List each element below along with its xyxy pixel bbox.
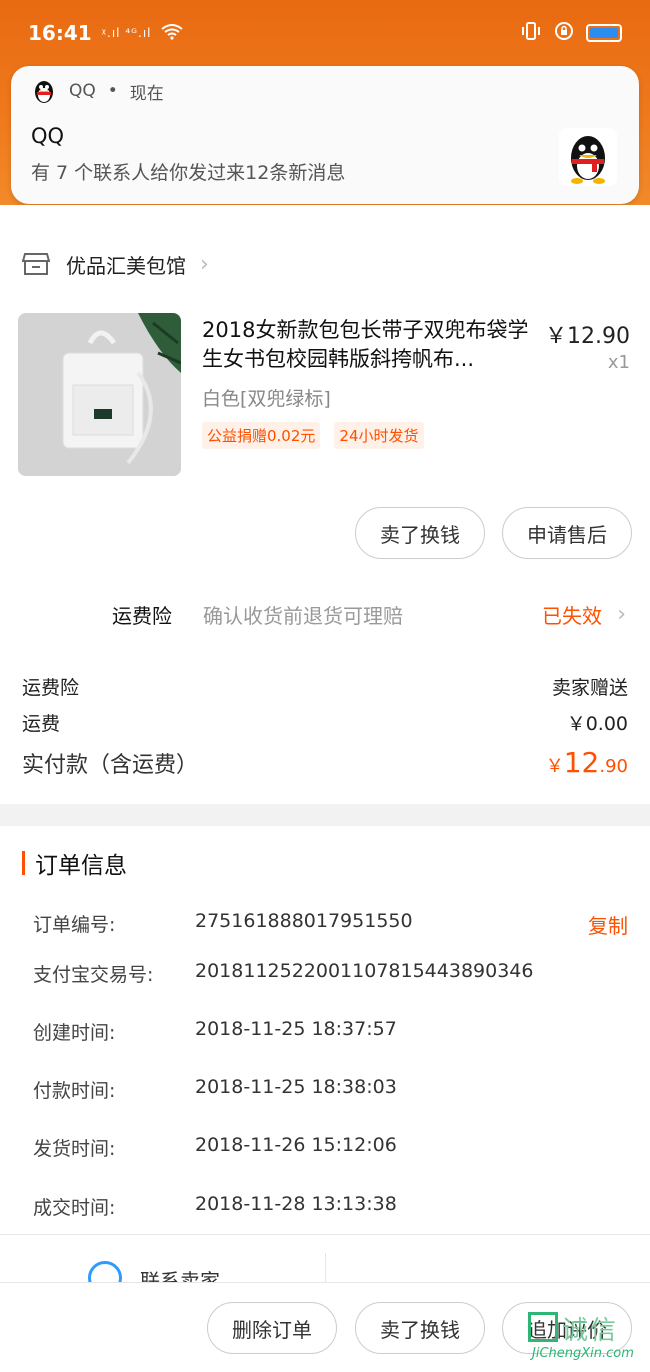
info-value: 2018112522001107815443890346	[195, 960, 534, 982]
watermark-sub: JiChengXin.com	[532, 1346, 634, 1361]
product-title[interactable]: 2018女新款包包长带子双兜布袋学生女书包校园韩版斜挎帆布...	[202, 316, 532, 374]
fee-shipping-label: 运费	[22, 713, 61, 735]
insurance-label: 运费险	[112, 603, 172, 628]
order-info-header: 订单信息	[22, 846, 127, 880]
total-integer: 12	[563, 746, 600, 779]
chevron-right-icon: ›	[200, 251, 209, 277]
fee-insurance-label: 运费险	[22, 677, 80, 699]
product-tags: 公益捐赠0.02元 24小时发货	[202, 422, 424, 449]
product-sku: 白色[双兜绿标]	[202, 388, 331, 410]
fee-insurance-value: 卖家赠送	[551, 677, 628, 699]
notification-app-name: QQ	[69, 81, 96, 101]
wifi-icon	[161, 23, 184, 43]
insurance-status: 已失效	[542, 603, 602, 628]
section-divider	[0, 804, 650, 826]
info-value: 2018-11-26 15:12:06	[195, 1134, 397, 1156]
qq-avatar-icon	[559, 128, 617, 186]
chevron-right-icon: ›	[617, 601, 626, 627]
total-label: 实付款（含运费）	[22, 753, 199, 778]
status-time: 16:41	[28, 21, 92, 45]
accent-bar	[22, 851, 25, 875]
product-price: ￥12.90	[545, 324, 630, 349]
fee-shipping-value: ￥0.00	[566, 713, 628, 735]
status-bar: 16:41 ᵡ.ıl ⁴ᴳ.ıl	[0, 0, 650, 66]
info-key: 发货时间:	[33, 1138, 116, 1160]
watermark-logo-icon	[528, 1312, 558, 1342]
delete-order-button[interactable]: 删除订单	[207, 1302, 337, 1354]
fee-insurance-row: 运费险 卖家赠送	[22, 673, 628, 700]
product-quantity: x1	[607, 352, 630, 373]
shop-icon	[22, 253, 50, 275]
order-info-title: 订单信息	[35, 853, 127, 879]
signal-icon: ᵡ.ıl ⁴ᴳ.ıl	[101, 26, 152, 40]
total-value: ￥12.90	[546, 746, 628, 779]
info-key: 创建时间:	[33, 1022, 116, 1044]
notification-body: 有 7 个联系人给你发过来12条新消息	[31, 162, 346, 184]
fee-shipping-row: 运费 ￥0.00	[22, 709, 628, 736]
separator-dot: •	[107, 81, 118, 101]
shipping-insurance-row[interactable]: 运费险 确认收货前退货可理赔 已失效 ›	[0, 586, 650, 642]
vibrate-icon	[520, 21, 542, 45]
tag-24h-shipping: 24小时发货	[334, 422, 424, 449]
qq-notification[interactable]: QQ • 现在 QQ 有 7 个联系人给你发过来12条新消息	[11, 66, 639, 204]
fee-total-row: 实付款（含运费） ￥12.90	[22, 746, 628, 779]
notification-header: QQ • 现在	[31, 78, 164, 104]
store-name: 优品汇美包馆	[66, 253, 186, 278]
total-currency: ￥	[545, 756, 564, 777]
notification-time: 现在	[129, 83, 164, 104]
product-image[interactable]	[18, 313, 181, 476]
total-decimal: .90	[599, 756, 628, 777]
tag-donation: 公益捐赠0.02元	[202, 422, 321, 449]
battery-icon	[586, 24, 622, 42]
info-key: 付款时间:	[33, 1080, 116, 1102]
qq-logo-icon	[35, 81, 53, 103]
copy-button[interactable]: 复制	[588, 910, 628, 939]
info-key: 订单编号:	[33, 914, 116, 936]
after-sale-button[interactable]: 申请售后	[502, 507, 632, 559]
sell-for-cash-button[interactable]: 卖了换钱	[355, 507, 485, 559]
sell-for-cash-bottom-button[interactable]: 卖了换钱	[355, 1302, 485, 1354]
info-value: 2018-11-25 18:37:57	[195, 1018, 397, 1040]
watermark-text: 诚信	[562, 1316, 619, 1346]
store-row[interactable]: 优品汇美包馆 ›	[0, 230, 650, 298]
info-value: 2018-11-25 18:38:03	[195, 1076, 397, 1098]
notification-title: QQ	[31, 124, 65, 148]
insurance-desc: 确认收货前退货可理赔	[203, 603, 403, 628]
info-key: 成交时间:	[33, 1197, 116, 1219]
watermark: 诚信 JiChengXin.com	[526, 1310, 644, 1366]
alarm-lock-icon	[554, 21, 574, 45]
info-key: 支付宝交易号:	[33, 964, 154, 986]
info-value: 2018-11-28 13:13:38	[195, 1193, 397, 1215]
info-value: 275161888017951550	[195, 910, 413, 932]
